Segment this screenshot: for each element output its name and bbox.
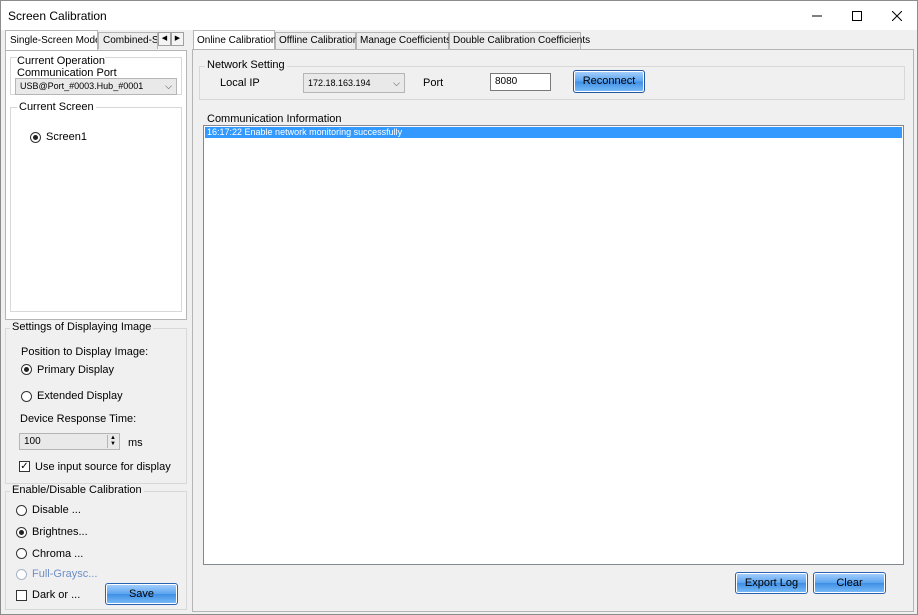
primary-display-label: Primary Display (37, 364, 115, 376)
full-grayscale-radio (16, 569, 27, 580)
comm-port-value: USB@Port_#0003.Hub_#0001 (20, 81, 144, 91)
display-group-title: Settings of Displaying Image (10, 321, 154, 333)
local-ip-dropdown[interactable]: 172.18.163.194 ⌵ (303, 73, 405, 93)
screen-calibration-window: Screen Calibration Single-Screen Mode Co… (0, 0, 918, 615)
comm-port-group: Current Operation Communication Port USB… (10, 55, 182, 95)
chroma-label: Chroma ... (32, 548, 84, 560)
clear-button[interactable]: Clear (813, 572, 886, 594)
extended-display-radio[interactable] (21, 391, 32, 402)
chevron-down-icon: ⌵ (165, 81, 172, 91)
network-setting-group: Network Setting Local IP 172.18.163.194 … (199, 59, 905, 100)
comm-info-log[interactable]: 16:17:22 Enable network monitoring succe… (203, 125, 904, 565)
minimize-icon (812, 15, 822, 16)
dark-checkbox[interactable] (16, 590, 27, 601)
window-body: Single-Screen Mode Combined-Sc ◀ ▶ Curre… (1, 30, 917, 614)
spin-arrows-icon[interactable]: ▲ ▼ (107, 435, 118, 448)
title-bar: Screen Calibration (1, 1, 917, 30)
response-unit: ms (128, 437, 143, 449)
tab-combined-screen[interactable]: Combined-Sc (98, 32, 158, 49)
brightness-radio[interactable] (16, 527, 27, 538)
screen1-label: Screen1 (46, 131, 87, 143)
current-screen-group: Current Screen Screen1 (10, 101, 182, 312)
port-label: Port (423, 77, 444, 89)
close-icon (892, 10, 902, 21)
disable-label: Disable ... (32, 504, 81, 516)
tab-online-calibration[interactable]: Online Calibration (193, 30, 277, 50)
current-screen-title: Current Screen (17, 101, 96, 113)
minimize-button[interactable] (797, 1, 837, 30)
chevron-down-icon: ⌵ (393, 78, 400, 88)
use-input-checkbox[interactable]: ✓ (19, 461, 30, 472)
disable-radio[interactable] (16, 505, 27, 516)
extended-display-label: Extended Display (37, 390, 123, 402)
response-time-label: Device Response Time: (20, 413, 137, 425)
online-calibration-pane: Network Setting Local IP 172.18.163.194 … (192, 49, 914, 612)
maximize-icon (852, 10, 862, 21)
tab-single-screen-mode[interactable]: Single-Screen Mode (5, 30, 98, 50)
tab-scroll-right-icon[interactable]: ▶ (171, 32, 184, 46)
close-button[interactable] (877, 1, 917, 30)
save-button[interactable]: Save (105, 583, 178, 605)
position-label: Position to Display Image: (21, 346, 149, 358)
comm-info-title: Communication Information (207, 113, 342, 125)
single-screen-pane: Current Operation Communication Port USB… (5, 50, 187, 320)
chroma-radio[interactable] (16, 548, 27, 559)
port-input[interactable]: 8080 (490, 73, 551, 91)
calibration-group-title: Enable/Disable Calibration (10, 484, 144, 496)
maximize-button[interactable] (837, 1, 877, 30)
window-title: Screen Calibration (8, 9, 107, 23)
tab-manage-coefficients[interactable]: Manage Coefficients (356, 32, 451, 49)
calibration-group: Enable/Disable Calibration Disable ... B… (5, 484, 187, 610)
log-entry[interactable]: 16:17:22 Enable network monitoring succe… (205, 127, 902, 138)
screen1-radio[interactable] (30, 132, 41, 143)
local-ip-value: 172.18.163.194 (308, 78, 371, 88)
brightness-label: Brightnes... (32, 526, 88, 538)
tab-scroll-left-icon[interactable]: ◀ (158, 32, 171, 46)
primary-display-radio[interactable] (21, 364, 32, 375)
use-input-label: Use input source for display (35, 461, 171, 473)
export-log-button[interactable]: Export Log (735, 572, 808, 594)
comm-group-title-1: Current Operation (17, 55, 106, 67)
full-grayscale-label: Full-Graysc... (32, 568, 98, 580)
response-time-value: 100 (24, 436, 41, 447)
dark-label: Dark or ... (32, 589, 81, 601)
response-time-stepper[interactable]: 100 ▲ ▼ (19, 433, 120, 450)
display-image-group: Settings of Displaying Image Position to… (5, 321, 187, 484)
comm-port-dropdown[interactable]: USB@Port_#0003.Hub_#0001 ⌵ (15, 78, 177, 95)
tab-double-calibration-coefficients[interactable]: Double Calibration Coefficients (449, 32, 590, 49)
reconnect-button[interactable]: Reconnect (573, 70, 645, 93)
tab-offline-calibration[interactable]: Offline Calibration (275, 32, 358, 49)
local-ip-label: Local IP (220, 77, 260, 89)
network-setting-title: Network Setting (205, 59, 287, 71)
